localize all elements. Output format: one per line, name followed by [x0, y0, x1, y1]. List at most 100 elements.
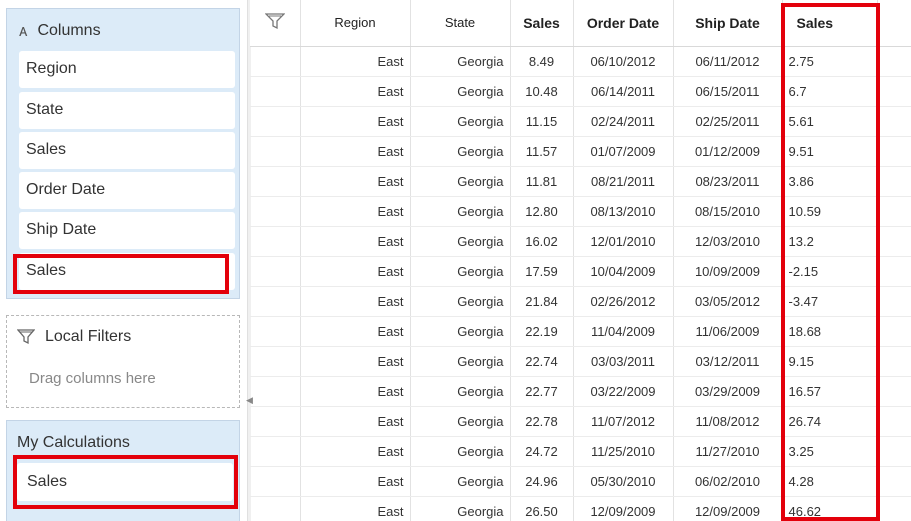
- table-row[interactable]: East Georgia 22.74 03/03/2011 03/12/2011 9.15: [250, 346, 911, 377]
- cell-sales: 22.78: [510, 406, 574, 437]
- cell-sales-calc: 10.59: [782, 196, 878, 227]
- filters-title: Local Filters: [45, 328, 132, 345]
- table-row[interactable]: East Georgia 24.72 11/25/2010 11/27/2010 3.25: [250, 436, 911, 467]
- cell-order-date: 06/10/2012: [573, 46, 674, 77]
- column-item-state[interactable]: State: [19, 92, 235, 129]
- cell-sales: 16.02: [510, 226, 574, 257]
- header-ship-date[interactable]: Ship Date: [673, 0, 783, 47]
- row-gutter-cell: [250, 376, 301, 407]
- row-spacer-cell: [877, 46, 911, 77]
- row-spacer-cell: [877, 76, 911, 107]
- cell-region: East: [300, 256, 411, 287]
- table-row[interactable]: East Georgia 17.59 10/04/2009 10/09/2009 -2.1…: [250, 256, 911, 287]
- table-row[interactable]: East Georgia 22.19 11/04/2009 11/06/2009 18.6…: [250, 316, 911, 347]
- cell-ship-date: 03/05/2012: [673, 286, 783, 317]
- row-gutter-cell: [250, 496, 301, 521]
- table-row[interactable]: East Georgia 8.49 06/10/2012 06/11/2012 2.75: [250, 46, 911, 77]
- calc-item-sales[interactable]: Sales: [17, 463, 233, 501]
- cell-region: East: [300, 46, 411, 77]
- header-order-date[interactable]: Order Date: [573, 0, 674, 47]
- header-sales[interactable]: Sales: [510, 0, 574, 47]
- cell-sales: 24.72: [510, 436, 574, 467]
- cell-sales-calc: 3.25: [782, 436, 878, 467]
- cell-sales-calc: 16.57: [782, 376, 878, 407]
- filter-icon[interactable]: [264, 12, 286, 30]
- cell-sales: 21.84: [510, 286, 574, 317]
- cell-ship-date: 11/06/2009: [673, 316, 783, 347]
- cell-region: East: [300, 196, 411, 227]
- column-item-sales-calc[interactable]: Sales: [19, 253, 235, 290]
- header-filter-cell[interactable]: [250, 0, 301, 47]
- cell-state: Georgia: [410, 466, 511, 497]
- header-region[interactable]: Region: [300, 0, 411, 47]
- left-panel: ᴀ Columns Region State Sales Order Date …: [0, 0, 247, 521]
- cell-sales: 10.48: [510, 76, 574, 107]
- cell-state: Georgia: [410, 46, 511, 77]
- header-sales-calc[interactable]: Sales: [782, 0, 878, 47]
- table-row[interactable]: East Georgia 22.77 03/22/2009 03/29/2009 16.5…: [250, 376, 911, 407]
- column-item-sales[interactable]: Sales: [19, 132, 235, 169]
- cell-ship-date: 02/25/2011: [673, 106, 783, 137]
- cell-region: East: [300, 76, 411, 107]
- row-spacer-cell: [877, 166, 911, 197]
- cell-sales-calc: 2.75: [782, 46, 878, 77]
- cell-region: East: [300, 436, 411, 467]
- cell-order-date: 05/30/2010: [573, 466, 674, 497]
- cell-sales-calc: 26.74: [782, 406, 878, 437]
- table-header-row: Region State Sales Order Date Ship Date …: [250, 0, 911, 47]
- cell-order-date: 02/26/2012: [573, 286, 674, 317]
- columns-panel: ᴀ Columns Region State Sales Order Date …: [6, 8, 240, 299]
- table-row[interactable]: East Georgia 22.78 11/07/2012 11/08/2012 26.7…: [250, 406, 911, 437]
- cell-order-date: 02/24/2011: [573, 106, 674, 137]
- cell-ship-date: 06/02/2010: [673, 466, 783, 497]
- data-table: Region State Sales Order Date Ship Date …: [250, 0, 911, 521]
- header-state[interactable]: State: [410, 0, 511, 47]
- row-gutter-cell: [250, 466, 301, 497]
- cell-sales: 17.59: [510, 256, 574, 287]
- row-spacer-cell: [877, 256, 911, 287]
- cell-ship-date: 03/29/2009: [673, 376, 783, 407]
- cell-sales: 22.74: [510, 346, 574, 377]
- cell-region: East: [300, 166, 411, 197]
- table-row[interactable]: East Georgia 12.80 08/13/2010 08/15/2010 10.5…: [250, 196, 911, 227]
- table-row[interactable]: East Georgia 24.96 05/30/2010 06/02/2010 4.28: [250, 466, 911, 497]
- cell-state: Georgia: [410, 226, 511, 257]
- column-item-order-date[interactable]: Order Date: [19, 172, 235, 209]
- row-gutter-cell: [250, 316, 301, 347]
- row-gutter-cell: [250, 166, 301, 197]
- table-row[interactable]: East Georgia 16.02 12/01/2010 12/03/2010 13.2: [250, 226, 911, 257]
- local-filters-panel[interactable]: Local Filters Drag columns here: [6, 315, 240, 408]
- table-row[interactable]: East Georgia 26.50 12/09/2009 12/09/2009 46.6…: [250, 496, 911, 521]
- cell-order-date: 11/04/2009: [573, 316, 674, 347]
- cell-order-date: 10/04/2009: [573, 256, 674, 287]
- row-gutter-cell: [250, 286, 301, 317]
- columns-header[interactable]: ᴀ Columns: [19, 21, 101, 41]
- column-item-ship-date[interactable]: Ship Date: [19, 212, 235, 249]
- table-row[interactable]: East Georgia 10.48 06/14/2011 06/15/2011 6.7: [250, 76, 911, 107]
- cell-state: Georgia: [410, 496, 511, 521]
- cell-order-date: 03/03/2011: [573, 346, 674, 377]
- cell-sales-calc: 9.51: [782, 136, 878, 167]
- table-row[interactable]: East Georgia 11.57 01/07/2009 01/12/2009 9.51: [250, 136, 911, 167]
- cell-sales: 8.49: [510, 46, 574, 77]
- columns-title: Columns: [37, 22, 101, 39]
- row-spacer-cell: [877, 436, 911, 467]
- cell-order-date: 01/07/2009: [573, 136, 674, 167]
- table-row[interactable]: East Georgia 21.84 02/26/2012 03/05/2012 -3.4…: [250, 286, 911, 317]
- cell-ship-date: 01/12/2009: [673, 136, 783, 167]
- row-gutter-cell: [250, 346, 301, 377]
- row-gutter-cell: [250, 226, 301, 257]
- table-row[interactable]: East Georgia 11.81 08/21/2011 08/23/2011 3.86: [250, 166, 911, 197]
- cell-state: Georgia: [410, 316, 511, 347]
- cell-region: East: [300, 346, 411, 377]
- cell-state: Georgia: [410, 286, 511, 317]
- table-row[interactable]: East Georgia 11.15 02/24/2011 02/25/2011 5.61: [250, 106, 911, 137]
- row-spacer-cell: [877, 286, 911, 317]
- calculations-title: My Calculations: [17, 434, 130, 451]
- sort-letter-icon: ᴀ: [19, 21, 28, 40]
- row-gutter-cell: [250, 76, 301, 107]
- row-spacer-cell: [877, 196, 911, 227]
- cell-ship-date: 11/08/2012: [673, 406, 783, 437]
- cell-sales: 11.81: [510, 166, 574, 197]
- column-item-region[interactable]: Region: [19, 51, 235, 88]
